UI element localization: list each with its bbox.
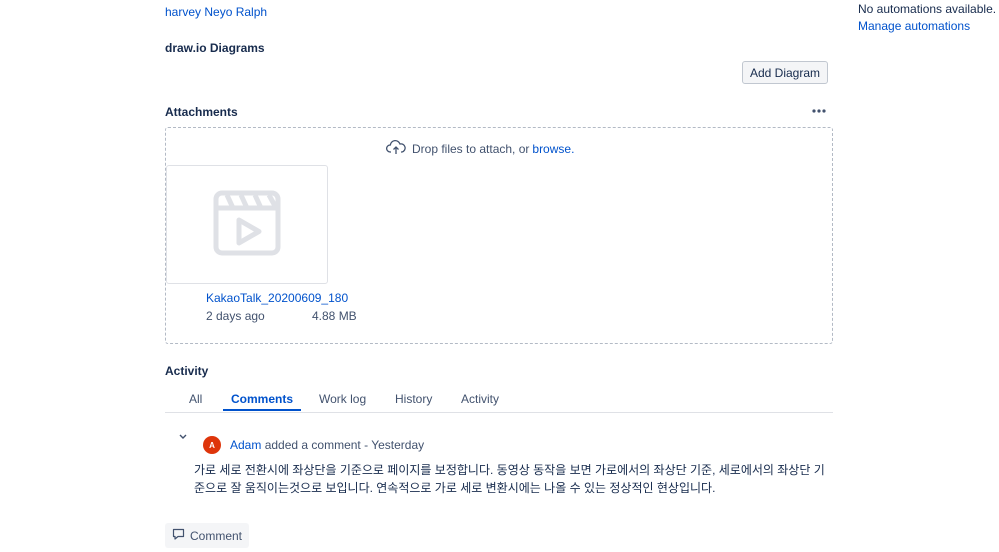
- comment-header: Adam added a comment - Yesterday: [230, 438, 424, 452]
- attachment-size: 4.88 MB: [312, 309, 357, 323]
- tab-comments[interactable]: Comments: [222, 391, 302, 411]
- tab-all[interactable]: All: [189, 391, 202, 408]
- attachments-title: Attachments: [165, 105, 238, 119]
- drawio-title: draw.io Diagrams: [165, 41, 265, 55]
- attachment-thumbnail[interactable]: [166, 165, 328, 284]
- comment-meta: added a comment - Yesterday: [264, 438, 425, 452]
- no-automations-text: No automations available.: [858, 2, 997, 16]
- drop-text: Drop files to attach, or: [412, 141, 530, 156]
- chevron-down-icon[interactable]: [178, 433, 188, 444]
- tab-history[interactable]: History: [395, 391, 432, 408]
- assignee-link[interactable]: harvey Neyo Ralph: [165, 5, 267, 19]
- attachment-date: 2 days ago: [206, 309, 265, 323]
- tab-activity[interactable]: Activity: [461, 391, 499, 408]
- tab-work-log[interactable]: Work log: [319, 391, 366, 408]
- automation-panel: No automations available. Manage automat…: [858, 1, 996, 35]
- drop-instructions: Drop files to attach, or browse.: [386, 139, 574, 158]
- more-horizontal-icon[interactable]: [810, 103, 828, 119]
- add-diagram-button[interactable]: Add Diagram: [742, 61, 828, 84]
- browse-link[interactable]: browse.: [532, 142, 574, 156]
- attachment-file-name[interactable]: KakaoTalk_20200609_1801: [206, 291, 349, 305]
- video-icon: [213, 190, 281, 259]
- comment-button[interactable]: Comment: [165, 523, 249, 548]
- activity-title: Activity: [165, 364, 209, 378]
- comment-icon: [172, 528, 185, 543]
- cloud-upload-icon: [386, 139, 406, 158]
- manage-automations-link[interactable]: Manage automations: [858, 18, 996, 35]
- comment-author[interactable]: Adam: [230, 438, 261, 452]
- avatar: A: [203, 436, 221, 454]
- activity-tabs: All Comments Work log History Activity: [165, 391, 833, 413]
- comment-button-label: Comment: [189, 528, 242, 543]
- comment-body: 가로 세로 전환시에 좌상단을 기준으로 페이지를 보정합니다. 동영상 동작을…: [194, 463, 825, 495]
